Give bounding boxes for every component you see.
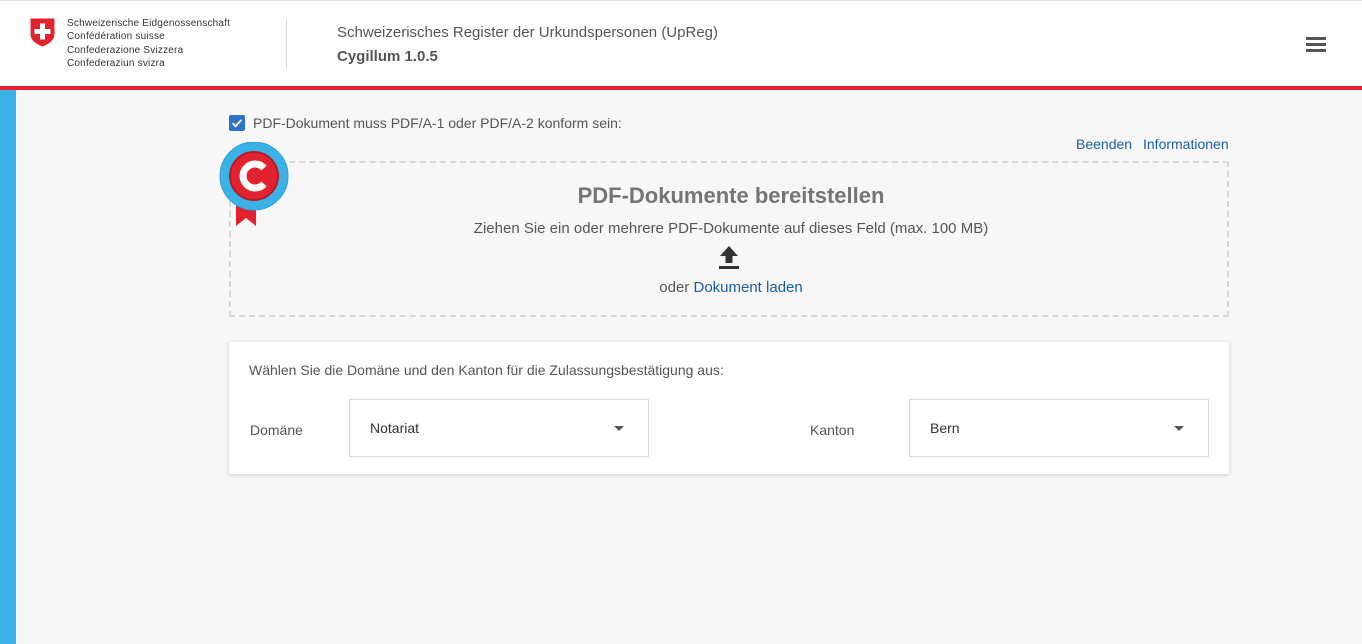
- dropzone-or-line: oder Dokument laden: [231, 279, 1231, 296]
- dropzone-subtitle: Ziehen Sie ein oder mehrere PDF-Dokument…: [473, 220, 989, 237]
- kanton-label: Kanton: [810, 422, 855, 438]
- confederation-line: Confederazione Svizzera: [67, 44, 184, 56]
- dokument-laden-link[interactable]: Dokument laden: [693, 279, 802, 296]
- confederation-line: Confédération suisse: [67, 31, 165, 43]
- chevron-down-icon: [614, 426, 624, 431]
- swiss-coat-of-arms-icon: [29, 17, 56, 48]
- beenden-link[interactable]: Beenden: [1076, 136, 1132, 152]
- app-title: Schweizerisches Register der Urkundspers…: [337, 24, 718, 41]
- kanton-select-value: Bern: [930, 420, 960, 436]
- informationen-link[interactable]: Informationen: [1143, 136, 1229, 152]
- confederation-line: Schweizerische Eidgenossenschaft: [67, 18, 231, 29]
- domain-select-value: Notariat: [370, 420, 420, 436]
- hamburger-menu-icon[interactable]: [1306, 37, 1326, 53]
- app-header: Schweizerische Eidgenossenschaft Confédé…: [0, 0, 1362, 86]
- pdfa-checkbox-label[interactable]: PDF-Dokument muss PDF/A-1 oder PDF/A-2 k…: [253, 115, 622, 131]
- confederation-line: Confederaziun svizra: [67, 57, 165, 69]
- pdf-dropzone[interactable]: PDF-Dokumente bereitstellen Ziehen Sie e…: [229, 161, 1229, 317]
- selection-card: Wählen Sie die Domäne und den Kanton für…: [229, 342, 1229, 474]
- kanton-select[interactable]: Bern: [909, 399, 1209, 457]
- domain-select[interactable]: Notariat: [349, 399, 649, 457]
- header-accent-line: [0, 86, 1362, 90]
- chevron-down-icon: [1174, 426, 1184, 431]
- confederation-name: Schweizerische Eidgenossenschaft Confédé…: [67, 17, 230, 70]
- selection-instruction: Wählen Sie die Domäne und den Kanton für…: [249, 362, 724, 378]
- checkmark-icon: [231, 119, 243, 128]
- dropzone-or-text: oder: [659, 279, 694, 296]
- cygillum-badge-icon: [219, 142, 289, 226]
- header-divider: [286, 19, 287, 69]
- pdfa-checkbox[interactable]: [229, 115, 245, 131]
- domain-label: Domäne: [250, 422, 303, 438]
- upload-icon: [719, 246, 739, 269]
- left-side-bar: [0, 90, 16, 644]
- app-version: Cygillum 1.0.5: [337, 48, 438, 65]
- dropzone-title: PDF-Dokumente bereitstellen: [577, 183, 885, 208]
